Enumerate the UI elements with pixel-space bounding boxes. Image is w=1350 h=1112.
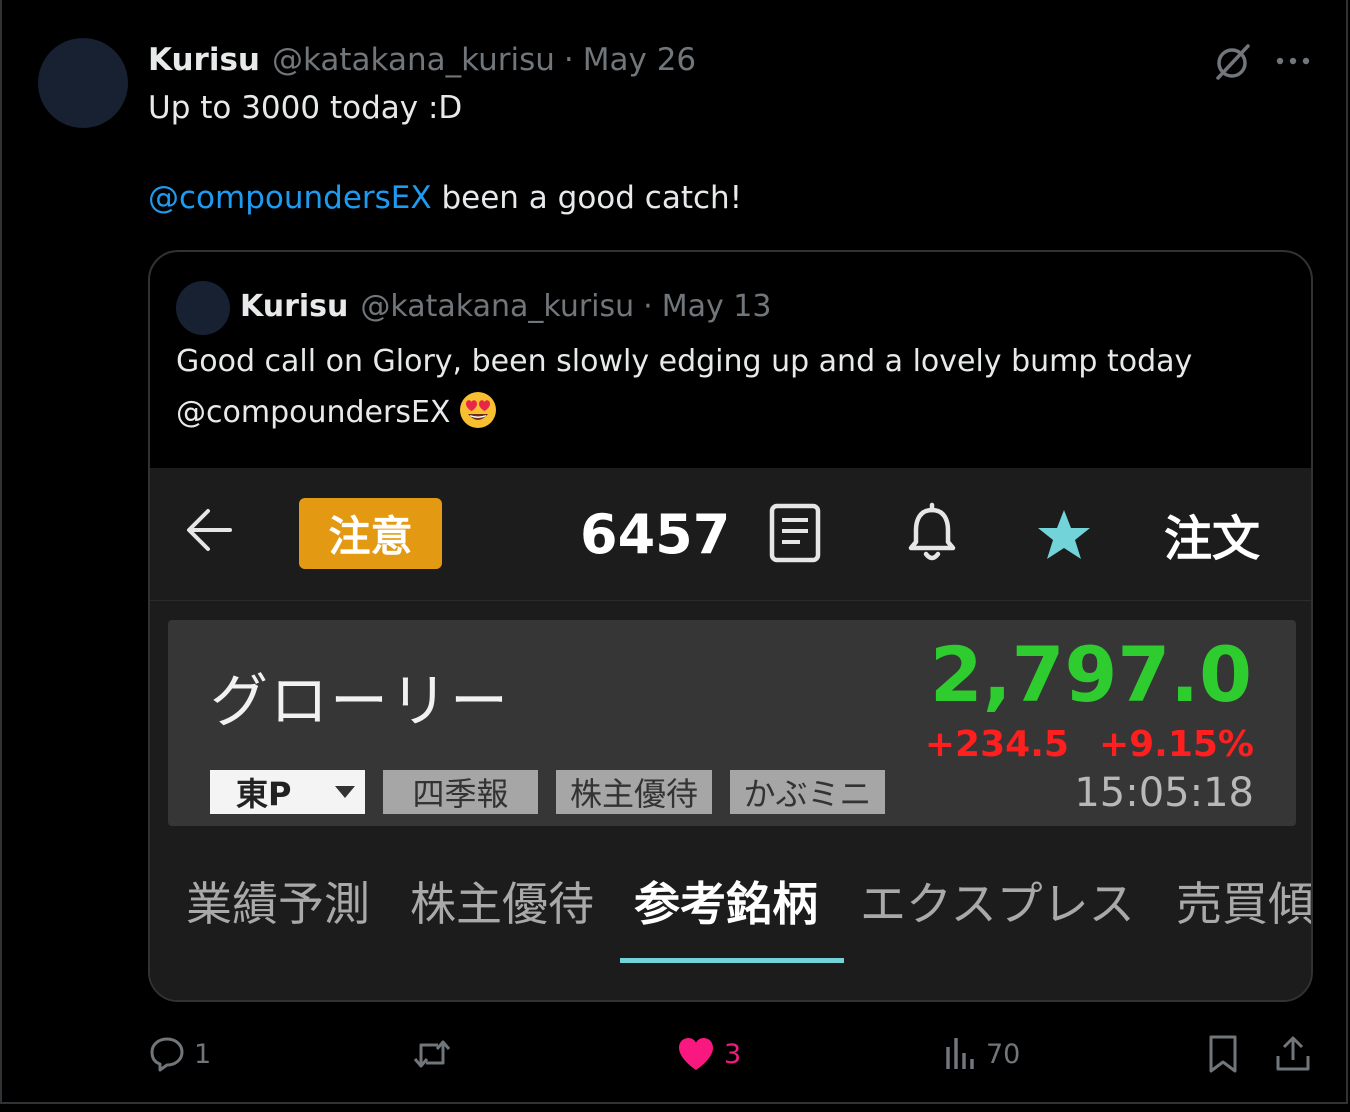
bell-icon[interactable] xyxy=(906,502,958,564)
quote-time: 15:05:18 xyxy=(1074,770,1254,816)
tab-earnings-forecast[interactable]: 業績予測 xyxy=(186,868,370,934)
quoted-avatar[interactable] xyxy=(176,281,230,335)
stock-price: 2,797.0 xyxy=(929,630,1252,719)
share-button[interactable] xyxy=(1274,1030,1312,1078)
like-button[interactable]: 3 xyxy=(676,1030,741,1078)
reply-icon xyxy=(150,1037,184,1072)
quoted-tweet[interactable]: Kurisu @katakana_kurisu · May 13 Good ca… xyxy=(148,250,1313,1002)
tweet-text-rest: been a good catch! xyxy=(431,180,743,216)
order-button[interactable]: 注文 xyxy=(1164,498,1260,570)
active-tab-indicator xyxy=(620,958,844,963)
tweet-date[interactable]: May 26 xyxy=(583,42,696,78)
tweet-text-line-1: Up to 3000 today :D xyxy=(148,90,463,126)
quoted-author-name[interactable]: Kurisu xyxy=(240,289,348,324)
bookmark-icon xyxy=(1209,1035,1237,1073)
document-icon[interactable] xyxy=(768,502,822,564)
shareholder-benefit-tag[interactable]: 株主優待 xyxy=(556,770,712,814)
stock-app-screenshot[interactable]: 注意 6457 注文 グローリー 2,797.0 +234.5+9.15% 1 xyxy=(150,468,1311,1000)
reply-count: 1 xyxy=(194,1038,212,1070)
quoted-separator-dot: · xyxy=(643,288,653,324)
quoted-author-handle[interactable]: @katakana_kurisu xyxy=(360,289,634,324)
market-label: 東P xyxy=(236,775,292,813)
quoted-date[interactable]: May 13 xyxy=(662,289,772,324)
tab-express[interactable]: エクスプレス xyxy=(860,868,1135,934)
stock-name: グローリー xyxy=(210,667,511,735)
star-icon[interactable] xyxy=(1036,508,1092,562)
dropdown-caret-icon xyxy=(335,786,355,798)
tab-shareholder-benefits[interactable]: 株主優待 xyxy=(410,868,594,934)
author-handle[interactable]: @katakana_kurisu xyxy=(272,42,555,78)
bookmark-button[interactable] xyxy=(1206,1030,1240,1078)
kabumini-tag[interactable]: かぶミニ xyxy=(730,770,885,814)
app-topbar: 注意 6457 注文 xyxy=(150,468,1311,601)
tweet-header: Kurisu @katakana_kurisu · May 26 xyxy=(148,40,696,80)
stock-quote-card: グローリー 2,797.0 +234.5 +9.15% 15:05:18 東P 四… xyxy=(168,620,1296,826)
caution-badge: 注意 xyxy=(299,498,442,569)
tab-trading-trend[interactable]: 売買傾 xyxy=(1176,868,1311,934)
like-count: 3 xyxy=(724,1038,742,1070)
price-change: +234.5 +9.15% xyxy=(925,724,1254,765)
quoted-mention[interactable]: @compoundersEX xyxy=(176,395,450,430)
mention-link[interactable]: @compoundersEX xyxy=(148,180,432,216)
grok-icon[interactable] xyxy=(1210,40,1254,84)
quoted-header: Kurisu @katakana_kurisu · May 13 xyxy=(240,286,771,326)
heart-icon xyxy=(679,1038,713,1070)
quoted-text-line-2: @compoundersEX xyxy=(176,390,498,430)
views-icon xyxy=(946,1038,974,1069)
separator-dot: · xyxy=(563,42,574,78)
author-name[interactable]: Kurisu xyxy=(148,42,260,78)
retweet-icon xyxy=(413,1040,451,1068)
views-count: 70 xyxy=(986,1038,1021,1070)
shikiho-tag[interactable]: 四季報 xyxy=(383,770,538,814)
views-button[interactable]: 70 xyxy=(942,1030,1020,1078)
more-options-icon[interactable] xyxy=(1272,44,1314,78)
tweet-text-line-2: @compoundersEX been a good catch! xyxy=(148,180,742,216)
market-select[interactable]: 東P xyxy=(210,770,365,814)
reply-button[interactable]: 1 xyxy=(148,1030,211,1078)
stock-code: 6457 xyxy=(580,502,731,566)
back-arrow-icon[interactable] xyxy=(184,506,234,554)
heart-eyes-emoji-icon xyxy=(460,392,497,428)
change-absolute: +234.5 xyxy=(924,724,1069,765)
tab-reference-stocks[interactable]: 参考銘柄 xyxy=(634,868,818,934)
app-tab-bar: 業績予測 株主優待 参考銘柄 エクスプレス 売買傾 xyxy=(150,868,1311,940)
quoted-text-line-1: Good call on Glory, been slowly edging u… xyxy=(176,344,1193,379)
change-percent: +9.15% xyxy=(1098,724,1254,765)
avatar[interactable] xyxy=(38,38,128,128)
share-icon xyxy=(1276,1036,1310,1071)
retweet-button[interactable] xyxy=(412,1030,460,1078)
action-bar: 1 3 70 xyxy=(0,1030,1350,1080)
